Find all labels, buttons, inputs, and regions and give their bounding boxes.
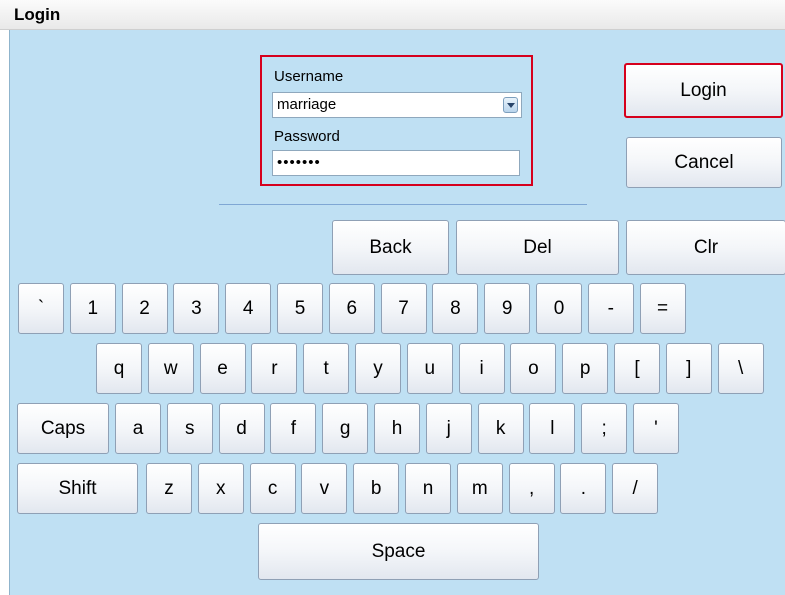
chevron-down-icon[interactable] <box>503 97 518 113</box>
key-close-bracket[interactable]: ] <box>665 343 712 394</box>
key-2[interactable]: 2 <box>121 283 168 334</box>
title-bar: Login <box>0 0 785 30</box>
separator-line <box>219 204 587 205</box>
key-z[interactable]: z <box>146 463 192 514</box>
key-0[interactable]: 0 <box>536 283 582 334</box>
key-y[interactable]: y <box>355 343 401 394</box>
key-shift[interactable]: Shift <box>17 463 138 514</box>
window-title: Login <box>14 5 61 24</box>
key-semicolon[interactable]: ; <box>581 403 628 454</box>
key-slash[interactable]: / <box>612 463 659 514</box>
key-caps[interactable]: Caps <box>17 403 109 454</box>
key-comma[interactable]: , <box>508 463 555 514</box>
password-field[interactable]: ••••••• <box>272 150 520 176</box>
password-label: Password <box>274 128 340 145</box>
key-space[interactable]: Space <box>258 523 539 580</box>
key-4[interactable]: 4 <box>225 283 272 334</box>
key-f[interactable]: f <box>270 403 317 454</box>
key-w[interactable]: w <box>147 343 194 394</box>
key-equals[interactable]: = <box>639 283 686 334</box>
key-x[interactable]: x <box>197 463 244 514</box>
key-open-bracket[interactable]: [ <box>614 343 660 394</box>
key-n[interactable]: n <box>405 463 451 514</box>
cancel-button[interactable]: Cancel <box>626 137 782 188</box>
key-6[interactable]: 6 <box>328 283 375 334</box>
key-c[interactable]: c <box>249 463 296 514</box>
key-o[interactable]: o <box>510 343 557 394</box>
key-9[interactable]: 9 <box>484 283 531 334</box>
key-g[interactable]: g <box>322 403 369 454</box>
key-back[interactable]: Back <box>332 220 449 275</box>
key-l[interactable]: l <box>529 403 576 454</box>
key-backtick[interactable]: ` <box>18 283 64 334</box>
key-d[interactable]: d <box>218 403 265 454</box>
login-window: Login Username marriage Password •••••••… <box>0 0 785 595</box>
key-j[interactable]: j <box>425 403 472 454</box>
key-p[interactable]: p <box>562 343 609 394</box>
key-i[interactable]: i <box>458 343 505 394</box>
key-t[interactable]: t <box>303 343 350 394</box>
key-minus[interactable]: - <box>587 283 634 334</box>
username-label: Username <box>274 68 344 85</box>
key-r[interactable]: r <box>251 343 298 394</box>
key-m[interactable]: m <box>456 463 503 514</box>
key-u[interactable]: u <box>406 343 453 394</box>
key-3[interactable]: 3 <box>173 283 220 334</box>
key-7[interactable]: 7 <box>380 283 427 334</box>
key-period[interactable]: . <box>560 463 607 514</box>
key-k[interactable]: k <box>477 403 524 454</box>
login-button[interactable]: Login <box>624 63 783 118</box>
key-8[interactable]: 8 <box>432 283 479 334</box>
key-del[interactable]: Del <box>456 220 619 275</box>
key-e[interactable]: e <box>199 343 246 394</box>
username-value: marriage <box>277 96 337 113</box>
password-value: ••••••• <box>277 154 321 171</box>
key-q[interactable]: q <box>96 343 142 394</box>
key-clr[interactable]: Clr <box>626 220 785 275</box>
key-backslash[interactable]: \ <box>717 343 764 394</box>
key-a[interactable]: a <box>115 403 161 454</box>
key-5[interactable]: 5 <box>277 283 323 334</box>
key-b[interactable]: b <box>353 463 400 514</box>
key-s[interactable]: s <box>166 403 213 454</box>
key-apostrophe[interactable]: ' <box>633 403 679 454</box>
key-v[interactable]: v <box>301 463 348 514</box>
key-1[interactable]: 1 <box>69 283 116 334</box>
username-dropdown[interactable]: marriage <box>272 92 522 118</box>
key-h[interactable]: h <box>374 403 420 454</box>
